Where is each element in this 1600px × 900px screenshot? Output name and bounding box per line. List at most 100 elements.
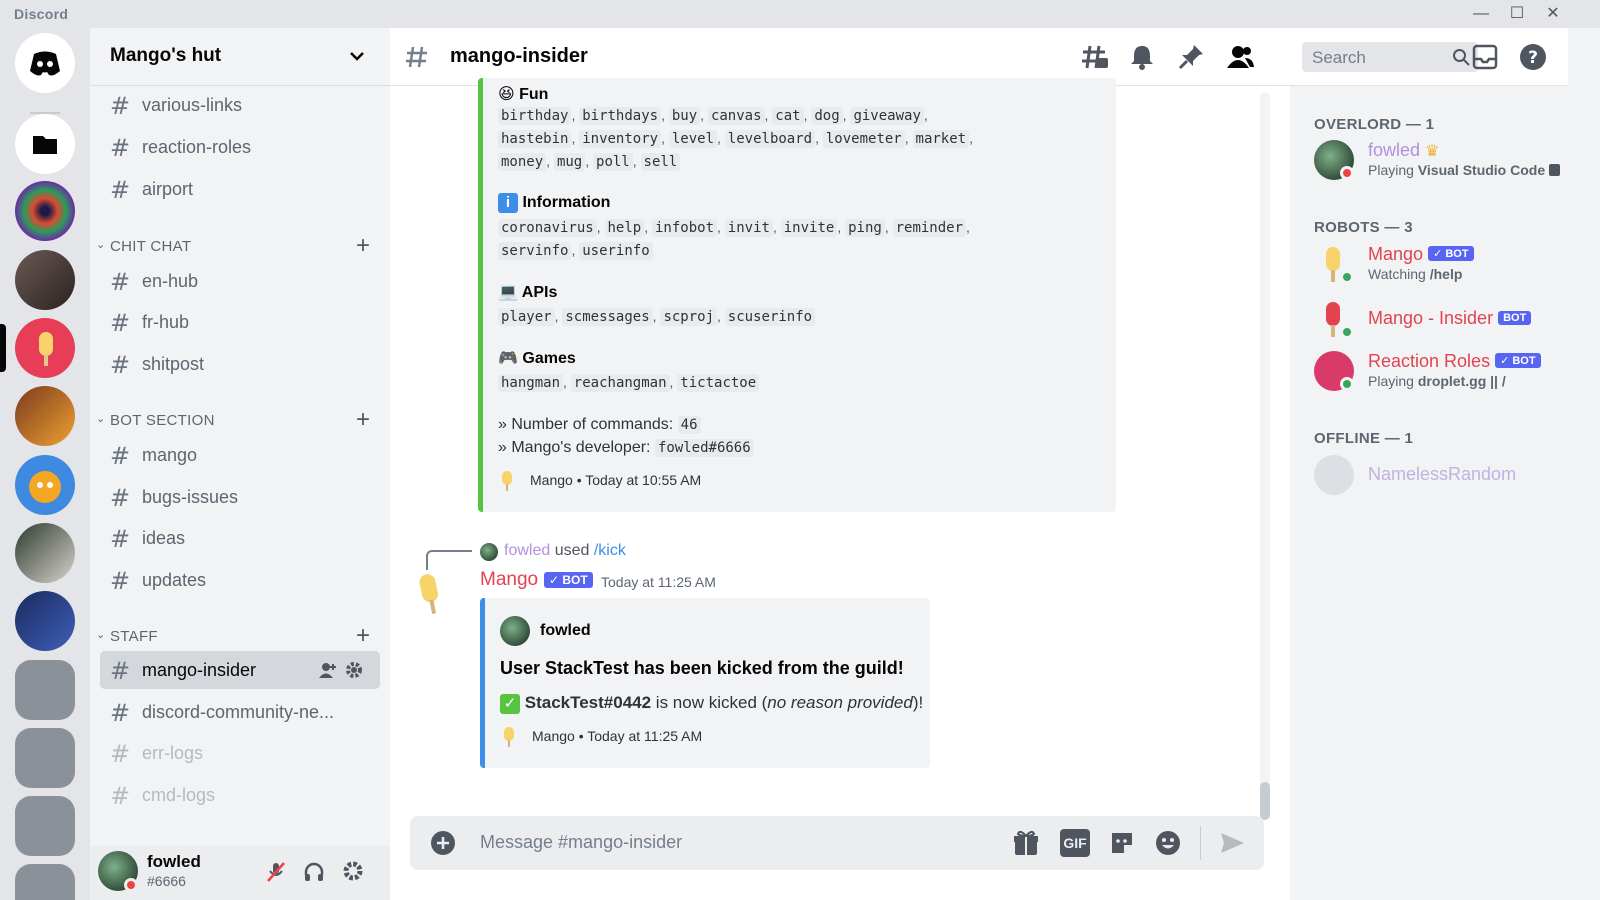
member-category-robots: ROBOTS — 3: [1314, 219, 1413, 236]
channel-reaction-roles[interactable]: # reaction-roles: [100, 128, 380, 166]
discord-logo-icon: [30, 51, 60, 76]
member-fowled[interactable]: fowled ♛ Playing Visual Studio Code: [1314, 140, 1564, 188]
server-cat[interactable]: [15, 455, 75, 515]
channel-err-logs[interactable]: # err-logs: [100, 734, 380, 772]
section-title-information: i Information: [498, 193, 610, 213]
headphones-icon[interactable]: [302, 860, 326, 884]
send-icon[interactable]: [1218, 829, 1246, 857]
member-mango[interactable]: Mango ✓ BOT Watching /help: [1314, 244, 1564, 292]
server-mango[interactable]: [15, 318, 75, 378]
crown-icon: ♛: [1425, 143, 1440, 160]
server-folder-4[interactable]: [15, 864, 75, 900]
channel-mango-insider[interactable]: # mango-insider: [100, 651, 380, 689]
member-reaction-roles[interactable]: Reaction Roles ✓ BOT Playing droplet.gg …: [1314, 351, 1564, 399]
search-input[interactable]: Search: [1302, 42, 1478, 72]
channel-discord-community-news[interactable]: # discord-community-ne...: [100, 693, 380, 731]
user-settings-gear-icon[interactable]: [341, 859, 365, 883]
information-icon: i: [498, 193, 518, 213]
maximize-button[interactable]: ☐: [1500, 2, 1534, 26]
server-folder-1[interactable]: [15, 660, 75, 720]
channel-bugs-issues[interactable]: # bugs-issues: [100, 478, 380, 516]
channel-en-hub[interactable]: # en-hub: [100, 262, 380, 300]
message-composer[interactable]: Message #mango-insider GIF: [410, 816, 1264, 870]
gift-icon[interactable]: [1012, 829, 1040, 857]
server-photo-2[interactable]: [15, 523, 75, 583]
member-list-icon[interactable]: [1225, 42, 1255, 72]
invite-member-icon[interactable]: [318, 661, 338, 679]
channel-mango[interactable]: # mango: [100, 436, 380, 474]
pin-icon[interactable]: [1176, 42, 1206, 72]
member-namelessrandom[interactable]: NamelessRandom: [1314, 455, 1564, 503]
category-staff[interactable]: ⌄ STAFF +: [96, 622, 386, 650]
threads-icon[interactable]: [1080, 42, 1110, 72]
member-mango-insider[interactable]: Mango - Insider BOT: [1314, 299, 1564, 347]
user-tag: #6666: [147, 873, 186, 889]
add-channel-icon[interactable]: +: [356, 232, 370, 260]
chat-scrollbar[interactable]: [1260, 92, 1270, 820]
hash-icon: #: [110, 782, 131, 810]
app-brand: Discord: [14, 6, 69, 22]
server-folder-2[interactable]: [15, 728, 75, 788]
server-christmas[interactable]: [15, 386, 75, 446]
reply-context[interactable]: fowled used /kick: [504, 542, 626, 560]
hash-icon: #: [110, 309, 131, 337]
add-channel-icon[interactable]: +: [356, 622, 370, 650]
embed-color-bar: [480, 598, 485, 768]
channel-settings-icon[interactable]: [344, 660, 364, 680]
channel-fr-hub[interactable]: # fr-hub: [100, 303, 380, 341]
server-header[interactable]: Mango's hut: [90, 28, 390, 86]
help-icon[interactable]: ?: [1518, 42, 1548, 72]
server-psychedelic[interactable]: [15, 181, 75, 241]
window-edge: [1568, 28, 1600, 900]
folder-icon[interactable]: [15, 114, 75, 174]
channel-ideas[interactable]: # ideas: [100, 519, 380, 557]
bot-badge: ✓ BOT: [544, 572, 593, 588]
category-chit-chat[interactable]: ⌄ CHIT CHAT +: [96, 232, 386, 260]
upload-plus-icon[interactable]: [430, 830, 456, 856]
commands-count: » Number of commands: 46: [498, 414, 701, 436]
server-ary[interactable]: [15, 591, 75, 651]
embed-author: fowled: [540, 622, 591, 639]
discord-window: Discord — ☐ ✕ Mango's hut # various-link…: [0, 0, 1600, 900]
embed-description: ✓ StackTest#0442 is now kicked (no reaso…: [500, 693, 923, 714]
notification-bell-icon[interactable]: [1127, 42, 1157, 72]
message-author[interactable]: Mango: [480, 569, 538, 591]
help-embed: 😆 Fun birthday, birthdays, buy, canvas, …: [478, 78, 1116, 512]
close-button[interactable]: ✕: [1536, 2, 1570, 26]
svg-text:?: ?: [1528, 48, 1538, 68]
rich-presence-icon: [1549, 164, 1561, 176]
server-photo-1[interactable]: [15, 250, 75, 310]
message-input[interactable]: Message #mango-insider: [480, 832, 682, 853]
avatar[interactable]: [416, 570, 444, 618]
hash-icon: #: [110, 484, 131, 512]
member-category-overlord: OVERLORD — 1: [1314, 116, 1435, 133]
embed-color-bar: [478, 78, 483, 512]
online-status-icon: [1340, 270, 1354, 284]
mango-popsicle-icon: [504, 727, 514, 747]
channel-various-links[interactable]: # various-links: [100, 86, 380, 124]
add-channel-icon[interactable]: +: [356, 406, 370, 434]
scrollbar-thumb[interactable]: [1260, 782, 1270, 820]
embed-title: User StackTest has been kicked from the …: [500, 658, 904, 678]
server-folder-3[interactable]: [15, 796, 75, 856]
server-rail: [0, 28, 90, 900]
minimize-button[interactable]: —: [1464, 2, 1498, 26]
gif-button[interactable]: GIF: [1060, 829, 1090, 857]
sticker-icon[interactable]: [1108, 829, 1136, 857]
embed-footer: Mango • Today at 10:55 AM: [530, 472, 702, 488]
home-button[interactable]: [15, 33, 75, 93]
category-bot-section[interactable]: ⌄ BOT SECTION +: [96, 406, 386, 434]
hash-icon: #: [110, 92, 131, 120]
inbox-icon[interactable]: [1470, 42, 1500, 72]
hash-icon: #: [110, 134, 131, 162]
gamepad-emoji-icon: 🎮: [498, 350, 523, 367]
commands-list: servinfo, userinfo: [498, 239, 653, 262]
channel-shitpost[interactable]: # shitpost: [100, 345, 380, 383]
selected-server-pill: [0, 324, 6, 372]
channel-updates[interactable]: # updates: [100, 561, 380, 599]
emoji-icon[interactable]: [1154, 829, 1182, 857]
mute-microphone-icon[interactable]: [264, 860, 288, 884]
channel-cmd-logs[interactable]: # cmd-logs: [100, 776, 380, 814]
channel-airport[interactable]: # airport: [100, 170, 380, 208]
avatar: [1314, 455, 1354, 495]
